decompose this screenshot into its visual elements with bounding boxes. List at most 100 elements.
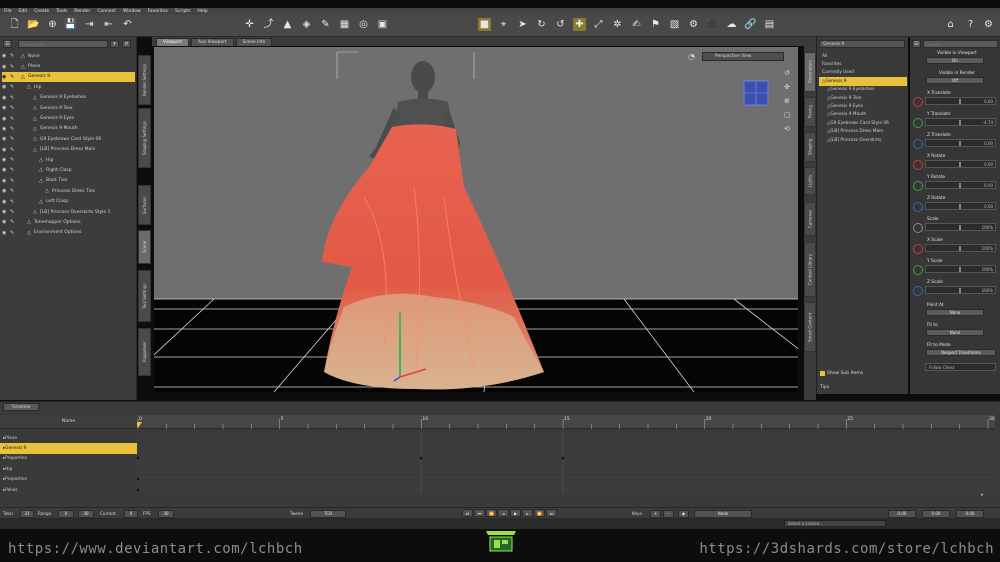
slider-thumb[interactable] xyxy=(959,288,961,293)
tab-tool-settings[interactable]: Tool Settings xyxy=(138,270,151,322)
menu-window[interactable]: Window xyxy=(123,9,141,14)
new-file-icon[interactable]: 🗋 xyxy=(8,18,21,31)
node-item[interactable]: △ Genesis 9 Mouth xyxy=(819,111,907,119)
scene-item[interactable]: ◉ ✎ △ Plane xyxy=(2,61,135,71)
lock-key-icon[interactable]: ◆ xyxy=(678,509,689,518)
surface-tool-icon[interactable]: ◈ xyxy=(300,18,313,31)
param-key-icon[interactable] xyxy=(913,139,923,149)
selectable-icon[interactable]: ✎ xyxy=(10,136,17,142)
param-slider[interactable]: 100% xyxy=(925,223,996,231)
tab-content-library[interactable]: Content Library xyxy=(804,242,816,297)
timeline-ruler[interactable]: 0 5 10 15 20 25 30 xyxy=(137,415,995,429)
step-back-icon[interactable]: ◂ xyxy=(498,509,509,517)
selectable-icon[interactable]: ✎ xyxy=(10,178,17,184)
brush-tool-icon[interactable]: ✎ xyxy=(319,18,332,31)
slider-thumb[interactable] xyxy=(959,99,961,104)
param-key-icon[interactable] xyxy=(913,202,923,212)
param-key-icon[interactable] xyxy=(913,160,923,170)
param-key-icon[interactable] xyxy=(913,244,923,254)
node-item[interactable]: △ Genesis 9 xyxy=(819,77,907,86)
menu-tools[interactable]: Tools xyxy=(56,9,67,14)
selectable-icon[interactable]: ✎ xyxy=(10,53,17,59)
joint-editor-icon[interactable]: ✲ xyxy=(611,18,624,31)
home-icon[interactable]: ⌂ xyxy=(944,18,957,31)
show-sub-items-checkbox[interactable] xyxy=(820,371,825,376)
visibility-eye-icon[interactable]: ◉ xyxy=(2,219,10,225)
scene-menu-icon[interactable]: ☰ xyxy=(3,40,12,48)
scene-item[interactable]: ◉ ✎ △ None xyxy=(2,51,135,61)
visibility-eye-icon[interactable]: ◉ xyxy=(2,209,10,215)
slider-thumb[interactable] xyxy=(959,120,961,125)
next-key-icon[interactable]: ⏩ xyxy=(534,509,545,517)
value-field-2[interactable]: 0.00 xyxy=(922,509,950,518)
param-key-icon[interactable] xyxy=(913,118,923,128)
visibility-eye-icon[interactable]: ◉ xyxy=(2,53,10,59)
slider-thumb[interactable] xyxy=(959,183,961,188)
scene-item[interactable]: ◉ ✎ △ Genesis 9 Eyes xyxy=(2,113,135,123)
selectable-icon[interactable]: ✎ xyxy=(10,74,17,80)
spot-render-icon[interactable]: ▣ xyxy=(376,18,389,31)
current-field[interactable]: 0 xyxy=(124,509,138,518)
visibility-eye-icon[interactable]: ◉ xyxy=(2,116,10,122)
open-file-icon[interactable]: 📂 xyxy=(27,18,40,31)
node-item[interactable]: △ [LB] Princess Overskirts xyxy=(819,136,907,144)
show-sub-items[interactable]: Show Sub Items xyxy=(820,371,863,376)
visibility-eye-icon[interactable]: ◉ xyxy=(2,105,10,111)
mode-select[interactable]: Node xyxy=(694,509,752,518)
menu-help[interactable]: Help xyxy=(197,9,207,14)
slider-thumb[interactable] xyxy=(959,141,961,146)
universal-move-icon[interactable]: ⌖ xyxy=(497,18,510,31)
visibility-eye-icon[interactable]: ◉ xyxy=(2,178,10,184)
param-slider[interactable]: 100% xyxy=(925,244,996,252)
menu-edit[interactable]: Edit xyxy=(19,9,28,14)
visibility-eye-icon[interactable]: ◉ xyxy=(2,136,10,142)
timeline-row[interactable]: ▸ Genesis 9 xyxy=(0,443,137,454)
scene-item[interactable]: ◉ ✎ △ Hip xyxy=(2,82,135,92)
selectable-icon[interactable]: ✎ xyxy=(10,126,17,132)
scene-item[interactable]: ◉ ✎ △ Environment Options xyxy=(2,228,135,238)
follow-slider[interactable]: Follow Chest xyxy=(925,363,996,371)
fit-to-mode-select[interactable]: Respect Transforms xyxy=(926,349,996,356)
slider-thumb[interactable] xyxy=(959,246,961,251)
selectable-icon[interactable]: ✎ xyxy=(10,199,17,205)
tab-puppeteer[interactable]: Puppeteer xyxy=(138,328,151,376)
pan-icon[interactable]: ✜ xyxy=(784,81,794,93)
param-slider[interactable]: 0.00 xyxy=(925,181,996,189)
visible-render-toggle[interactable]: Off xyxy=(926,77,984,84)
tips-label[interactable]: Tips xyxy=(820,385,829,390)
selectable-icon[interactable]: ✎ xyxy=(10,147,17,153)
camera-cube-icon[interactable]: ⬛ xyxy=(706,18,719,31)
export-icon[interactable]: ⇥ xyxy=(83,18,96,31)
node-tool-icon[interactable]: ◎ xyxy=(357,18,370,31)
scene-item[interactable]: ◉ ✎ △ Genesis 9 Tear xyxy=(2,103,135,113)
save-icon[interactable]: 💾 xyxy=(64,18,77,31)
universal-tool-icon[interactable]: ✛ xyxy=(243,18,256,31)
playhead-icon[interactable] xyxy=(137,422,142,428)
help-icon[interactable]: ? xyxy=(964,18,977,31)
node-item[interactable]: △ Genesis 9 Eyelashes xyxy=(819,86,907,94)
tween-select[interactable]: TCB xyxy=(310,509,346,518)
node-item[interactable]: △ Genesis 9 Eyes xyxy=(819,102,907,110)
geometry-editor-icon[interactable]: ▧ xyxy=(668,18,681,31)
geometry-tool-icon[interactable]: ▦ xyxy=(338,18,351,31)
scene-options-icon[interactable]: ≡ xyxy=(122,40,131,48)
range-end-field[interactable]: 30 xyxy=(78,509,94,518)
scale-icon[interactable]: ⤢ xyxy=(592,18,605,31)
timeline-row[interactable]: ▸ Pelvis xyxy=(0,485,137,495)
menu-favorites[interactable]: Favorites xyxy=(148,9,168,14)
slider-thumb[interactable] xyxy=(959,225,961,230)
menu-scripts[interactable]: Scripts xyxy=(175,9,190,14)
tab-cameras[interactable]: Cameras xyxy=(804,202,816,236)
scene-item[interactable]: ◉ ✎ △ Tonemapper Options xyxy=(2,217,135,227)
region-nav-icon[interactable]: ⚙ xyxy=(687,18,700,31)
scene-item[interactable]: ◉ ✎ △ Back Ties xyxy=(2,176,135,186)
menu-file[interactable]: File xyxy=(4,9,12,14)
scene-item[interactable]: ◉ ✎ △ Princess Dress Ties xyxy=(2,186,135,196)
filter-dropdown-icon[interactable]: ▾ xyxy=(110,40,119,48)
timeline-row[interactable]: ▸ Properties xyxy=(0,475,137,485)
visibility-eye-icon[interactable]: ◉ xyxy=(2,157,10,163)
scene-item[interactable]: ◉ ✎ △ Hip xyxy=(2,155,135,165)
remove-key-icon[interactable]: − xyxy=(663,509,674,518)
param-slider[interactable]: 100% xyxy=(925,286,996,294)
node-item[interactable]: △ Genesis 9 Tear xyxy=(819,94,907,102)
